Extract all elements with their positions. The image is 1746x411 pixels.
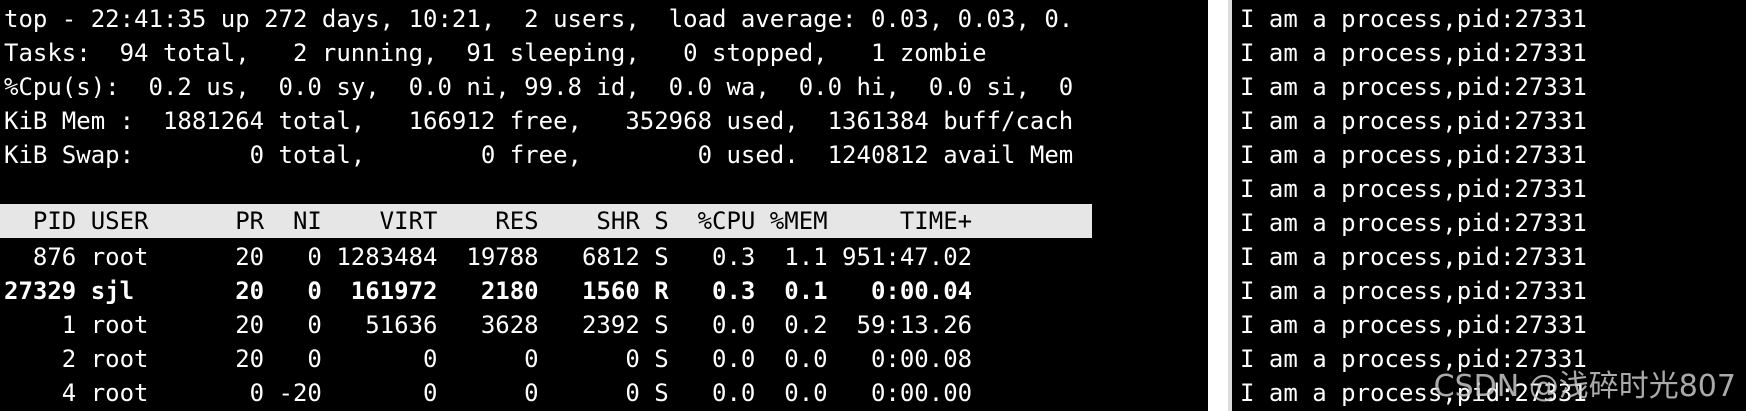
pane-divider[interactable] bbox=[1208, 0, 1232, 411]
mem-summary-line: KiB Mem : 1881264 total, 166912 free, 35… bbox=[4, 107, 1074, 135]
output-line: I am a process,pid:27331 bbox=[1240, 209, 1587, 237]
tasks-summary-line: Tasks: 94 total, 2 running, 91 sleeping,… bbox=[4, 39, 987, 67]
process-row: 1 root 20 0 51636 3628 2392 S 0.0 0.2 59… bbox=[4, 311, 973, 339]
process-row: 876 root 20 0 1283484 19788 6812 S 0.3 1… bbox=[4, 243, 973, 271]
cpu-summary-line: %Cpu(s): 0.2 us, 0.0 sy, 0.0 ni, 99.8 id… bbox=[4, 73, 1074, 101]
output-line: I am a process,pid:27331 bbox=[1240, 39, 1587, 67]
watermark: CSDN @浅碎时光807 bbox=[1433, 369, 1736, 404]
process-row-highlighted: 27329 sjl 20 0 161972 2180 1560 R 0.3 0.… bbox=[4, 277, 973, 305]
output-line: I am a process,pid:27331 bbox=[1240, 175, 1587, 203]
output-terminal-pane[interactable]: I am a process,pid:27331 I am a process,… bbox=[1232, 0, 1746, 411]
output-line: I am a process,pid:27331 bbox=[1240, 277, 1587, 305]
swap-summary-line: KiB Swap: 0 total, 0 free, 0 used. 12408… bbox=[4, 141, 1074, 169]
process-table-header: PID USER PR NI VIRT RES SHR S %CPU %MEM … bbox=[0, 204, 1092, 238]
output-line: I am a process,pid:27331 bbox=[1240, 243, 1587, 271]
process-row: 4 root 0 -20 0 0 0 S 0.0 0.0 0:00.00 bbox=[4, 379, 973, 407]
top-terminal-pane[interactable]: top - 22:41:35 up 272 days, 10:21, 2 use… bbox=[0, 0, 1208, 411]
process-row: 2 root 20 0 0 0 0 S 0.0 0.0 0:00.08 bbox=[4, 345, 973, 373]
output-line: I am a process,pid:27331 bbox=[1240, 5, 1587, 33]
top-summary-line: top - 22:41:35 up 272 days, 10:21, 2 use… bbox=[4, 5, 1074, 33]
output-line: I am a process,pid:27331 bbox=[1240, 73, 1587, 101]
output-line: I am a process,pid:27331 bbox=[1240, 141, 1587, 169]
output-line: I am a process,pid:27331 bbox=[1240, 311, 1587, 339]
output-line: I am a process,pid:27331 bbox=[1240, 107, 1587, 135]
process-table-header-text: PID USER PR NI VIRT RES SHR S %CPU %MEM … bbox=[4, 207, 973, 235]
terminal-window: top - 22:41:35 up 272 days, 10:21, 2 use… bbox=[0, 0, 1746, 411]
